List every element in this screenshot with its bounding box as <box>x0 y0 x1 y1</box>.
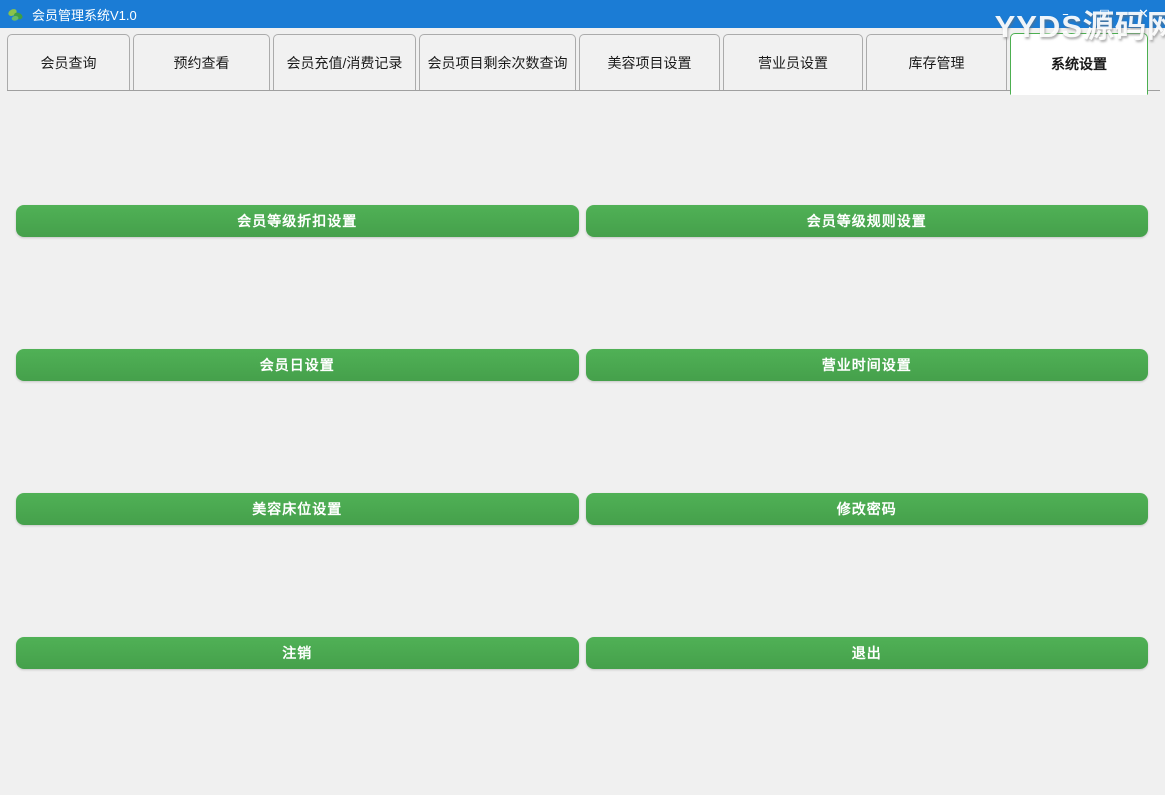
settings-button-grid: 会员等级折扣设置会员等级规则设置会员日设置营业时间设置美容床位设置修改密码注销退… <box>0 91 1165 669</box>
title-bar[interactable]: 会员管理系统V1.0 – □ ✕ <box>0 0 1165 28</box>
exit-button[interactable]: 退出 <box>586 637 1149 669</box>
minimize-button[interactable]: – <box>1046 0 1085 28</box>
tab-label: 会员项目剩余次数查询 <box>428 53 568 73</box>
tab-6[interactable]: 营业员设置 <box>723 34 863 91</box>
tab-1[interactable]: 会员查询 <box>7 34 130 91</box>
member-level-discount-settings-button[interactable]: 会员等级折扣设置 <box>16 205 579 237</box>
tab-label: 会员查询 <box>41 53 97 73</box>
logout-button[interactable]: 注销 <box>16 637 579 669</box>
tab-2[interactable]: 预约查看 <box>133 34 270 91</box>
business-hours-settings-button[interactable]: 营业时间设置 <box>586 349 1149 381</box>
maximize-button[interactable]: □ <box>1085 0 1124 28</box>
tab-4[interactable]: 会员项目剩余次数查询 <box>419 34 576 91</box>
tab-label: 营业员设置 <box>758 53 828 73</box>
member-level-rules-settings-button[interactable]: 会员等级规则设置 <box>586 205 1149 237</box>
tab-label: 美容项目设置 <box>608 53 692 73</box>
minimize-icon: – <box>1062 8 1069 21</box>
tab-7[interactable]: 库存管理 <box>866 34 1007 91</box>
tab-label: 系统设置 <box>1051 54 1107 74</box>
app-leaf-icon <box>7 6 24 23</box>
window-controls: – □ ✕ <box>1046 0 1163 28</box>
beauty-bed-settings-button[interactable]: 美容床位设置 <box>16 493 579 525</box>
tab-3[interactable]: 会员充值/消费记录 <box>273 34 416 91</box>
tab-8[interactable]: 系统设置 <box>1010 33 1148 95</box>
tab-label: 会员充值/消费记录 <box>287 53 403 73</box>
close-icon: ✕ <box>1138 8 1149 21</box>
close-button[interactable]: ✕ <box>1124 0 1163 28</box>
tab-strip: 会员查询 预约查看 会员充值/消费记录 会员项目剩余次数查询 美容项目设置 营业员设置 库存… <box>7 33 1158 91</box>
maximize-icon: □ <box>1099 8 1109 19</box>
member-day-settings-button[interactable]: 会员日设置 <box>16 349 579 381</box>
tab-5[interactable]: 美容项目设置 <box>579 34 720 91</box>
change-password-button[interactable]: 修改密码 <box>586 493 1149 525</box>
member-management-window: { "window": { "title": "会员管理系统V1.0", "wa… <box>0 0 1165 795</box>
window-title: 会员管理系统V1.0 <box>32 5 137 24</box>
tab-label: 库存管理 <box>909 53 965 73</box>
tab-label: 预约查看 <box>174 53 230 73</box>
